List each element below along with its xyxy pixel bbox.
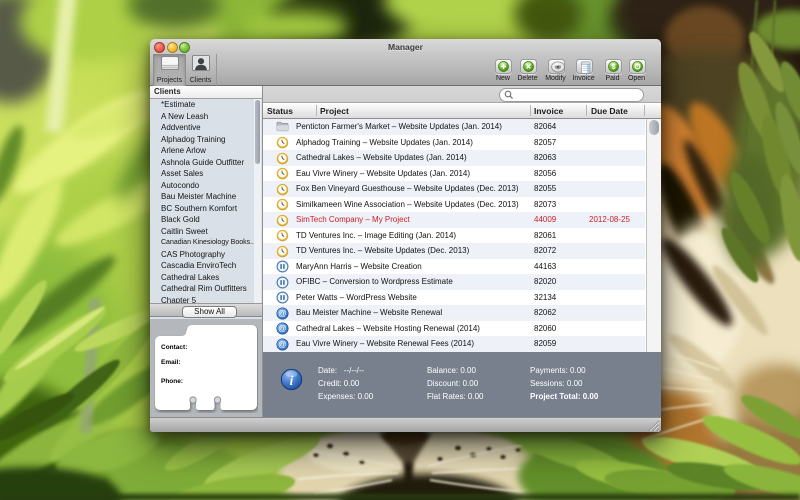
- svg-text:@: @: [278, 308, 287, 318]
- svg-text:@: @: [278, 339, 287, 349]
- svg-text:@: @: [278, 324, 287, 334]
- svg-text:i: i: [289, 372, 293, 387]
- svg-text:$: $: [611, 62, 615, 71]
